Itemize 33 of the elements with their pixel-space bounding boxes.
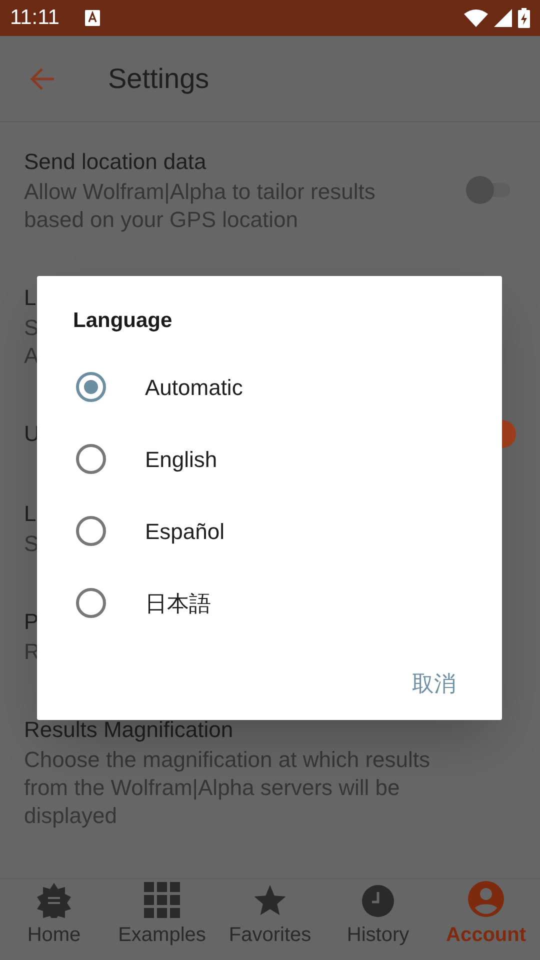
setting-title: Results Magnification bbox=[24, 716, 234, 744]
nav-tab[interactable]: Examples bbox=[108, 879, 216, 960]
radio-button[interactable] bbox=[76, 516, 106, 546]
wifi-icon bbox=[464, 9, 488, 27]
setting-title: L bbox=[24, 500, 36, 528]
language-option[interactable]: Español bbox=[37, 495, 502, 567]
setting-title: L bbox=[24, 284, 36, 312]
setting-title: P bbox=[24, 608, 39, 636]
option-label: English bbox=[145, 446, 218, 474]
radio-button[interactable] bbox=[76, 372, 106, 402]
option-label: Automatic bbox=[145, 374, 243, 402]
grid-icon bbox=[144, 882, 180, 918]
signal-icon bbox=[494, 9, 512, 27]
language-option[interactable]: 日本語 bbox=[37, 567, 502, 639]
language-option[interactable]: English bbox=[37, 423, 502, 495]
starburst-icon bbox=[36, 882, 72, 918]
account-icon bbox=[467, 880, 505, 918]
battery-icon bbox=[518, 8, 530, 28]
nav-tab[interactable]: Favorites bbox=[216, 879, 324, 960]
status-time: 11:11 bbox=[10, 5, 60, 32]
cancel-button[interactable]: 取消 bbox=[406, 663, 462, 704]
option-label: Español bbox=[145, 518, 225, 546]
radio-button[interactable] bbox=[76, 588, 106, 618]
nav-tab[interactable]: History bbox=[324, 879, 432, 960]
radio-button[interactable] bbox=[76, 444, 106, 474]
dialog-title: Language bbox=[73, 308, 174, 334]
clock-icon bbox=[361, 884, 395, 918]
setting-title: Send location data bbox=[24, 148, 206, 176]
nav-tab[interactable]: Home bbox=[0, 879, 108, 960]
language-option[interactable]: Automatic bbox=[37, 351, 502, 423]
option-label: 日本語 bbox=[145, 590, 211, 618]
screen-title: Settings bbox=[108, 62, 210, 96]
notification-icon bbox=[85, 10, 100, 26]
